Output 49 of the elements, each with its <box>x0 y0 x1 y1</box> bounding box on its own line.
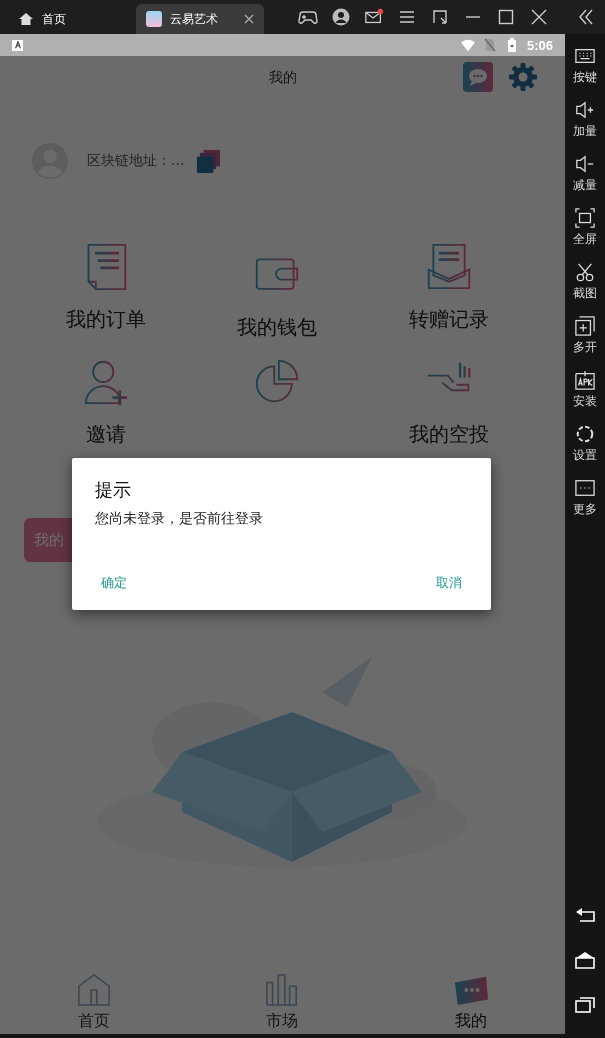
sidebar-tool[interactable]: 全屏 <box>565 208 605 248</box>
menu-label[interactable]: 转赠记录 <box>409 306 490 333</box>
close-icon[interactable] <box>529 7 549 27</box>
sidebar-tool[interactable]: 更多 <box>565 478 605 518</box>
double-chevron-icon[interactable] <box>576 7 596 27</box>
volume-up-icon <box>575 100 595 120</box>
menu-label[interactable]: 邀请 <box>85 421 126 448</box>
keyboard-indicator-icon <box>12 39 23 51</box>
keyboard-icon <box>575 46 595 66</box>
dialog-title: 提示 <box>95 478 131 502</box>
more-icon <box>575 478 595 498</box>
status-time: 5:06 <box>526 37 553 53</box>
menu-label[interactable]: 我的订单 <box>65 306 146 333</box>
menu-label[interactable]: 我的钱包 <box>237 314 318 341</box>
app-logo-icon <box>146 11 162 27</box>
settings-icon[interactable] <box>508 62 538 92</box>
resize-icon[interactable] <box>430 7 450 27</box>
emulator-tab[interactable]: 首页 <box>14 4 136 34</box>
sidebar-tool[interactable]: 安装 <box>565 370 605 410</box>
volume-down-icon <box>575 154 595 174</box>
recent-apps-icon[interactable] <box>574 994 596 1014</box>
sidebar-tool[interactable]: 按键 <box>565 46 605 86</box>
menu-label[interactable]: 我的空投 <box>409 421 490 448</box>
copy-icon[interactable] <box>196 148 222 174</box>
apk-icon <box>575 370 595 390</box>
dialog-button[interactable]: 取消 <box>430 570 468 596</box>
sidebar-tool[interactable]: 减量 <box>565 154 605 194</box>
maximize-icon[interactable] <box>496 7 516 27</box>
bottom-nav-tab[interactable]: 市场 <box>222 973 343 1032</box>
wifi-icon <box>460 38 475 52</box>
scissors-icon <box>575 262 595 282</box>
user-icon[interactable] <box>331 7 351 27</box>
fullscreen-icon <box>575 208 595 228</box>
bottom-nav-tab[interactable]: 我的 <box>410 973 531 1032</box>
home-icon <box>18 11 34 27</box>
dialog-message: 您尚未登录，是否前往登录 <box>95 510 263 528</box>
sidebar-tool[interactable]: 多开 <box>565 316 605 356</box>
close-icon[interactable] <box>244 14 254 24</box>
home-icon[interactable] <box>574 950 596 970</box>
no-sim-icon <box>482 38 497 52</box>
sidebar-tool[interactable]: 加量 <box>565 100 605 140</box>
dialog-button[interactable]: 确定 <box>95 570 133 596</box>
blockchain-address-label: 区块链地址：... <box>87 152 185 170</box>
sidebar-tool[interactable]: 截图 <box>565 262 605 302</box>
sidebar-tool[interactable]: 设置 <box>565 424 605 464</box>
emulator-tab[interactable]: 云易艺术 <box>136 4 264 34</box>
add-window-icon <box>575 316 595 336</box>
page-title: 我的 <box>268 69 297 87</box>
settings-icon <box>575 424 595 444</box>
